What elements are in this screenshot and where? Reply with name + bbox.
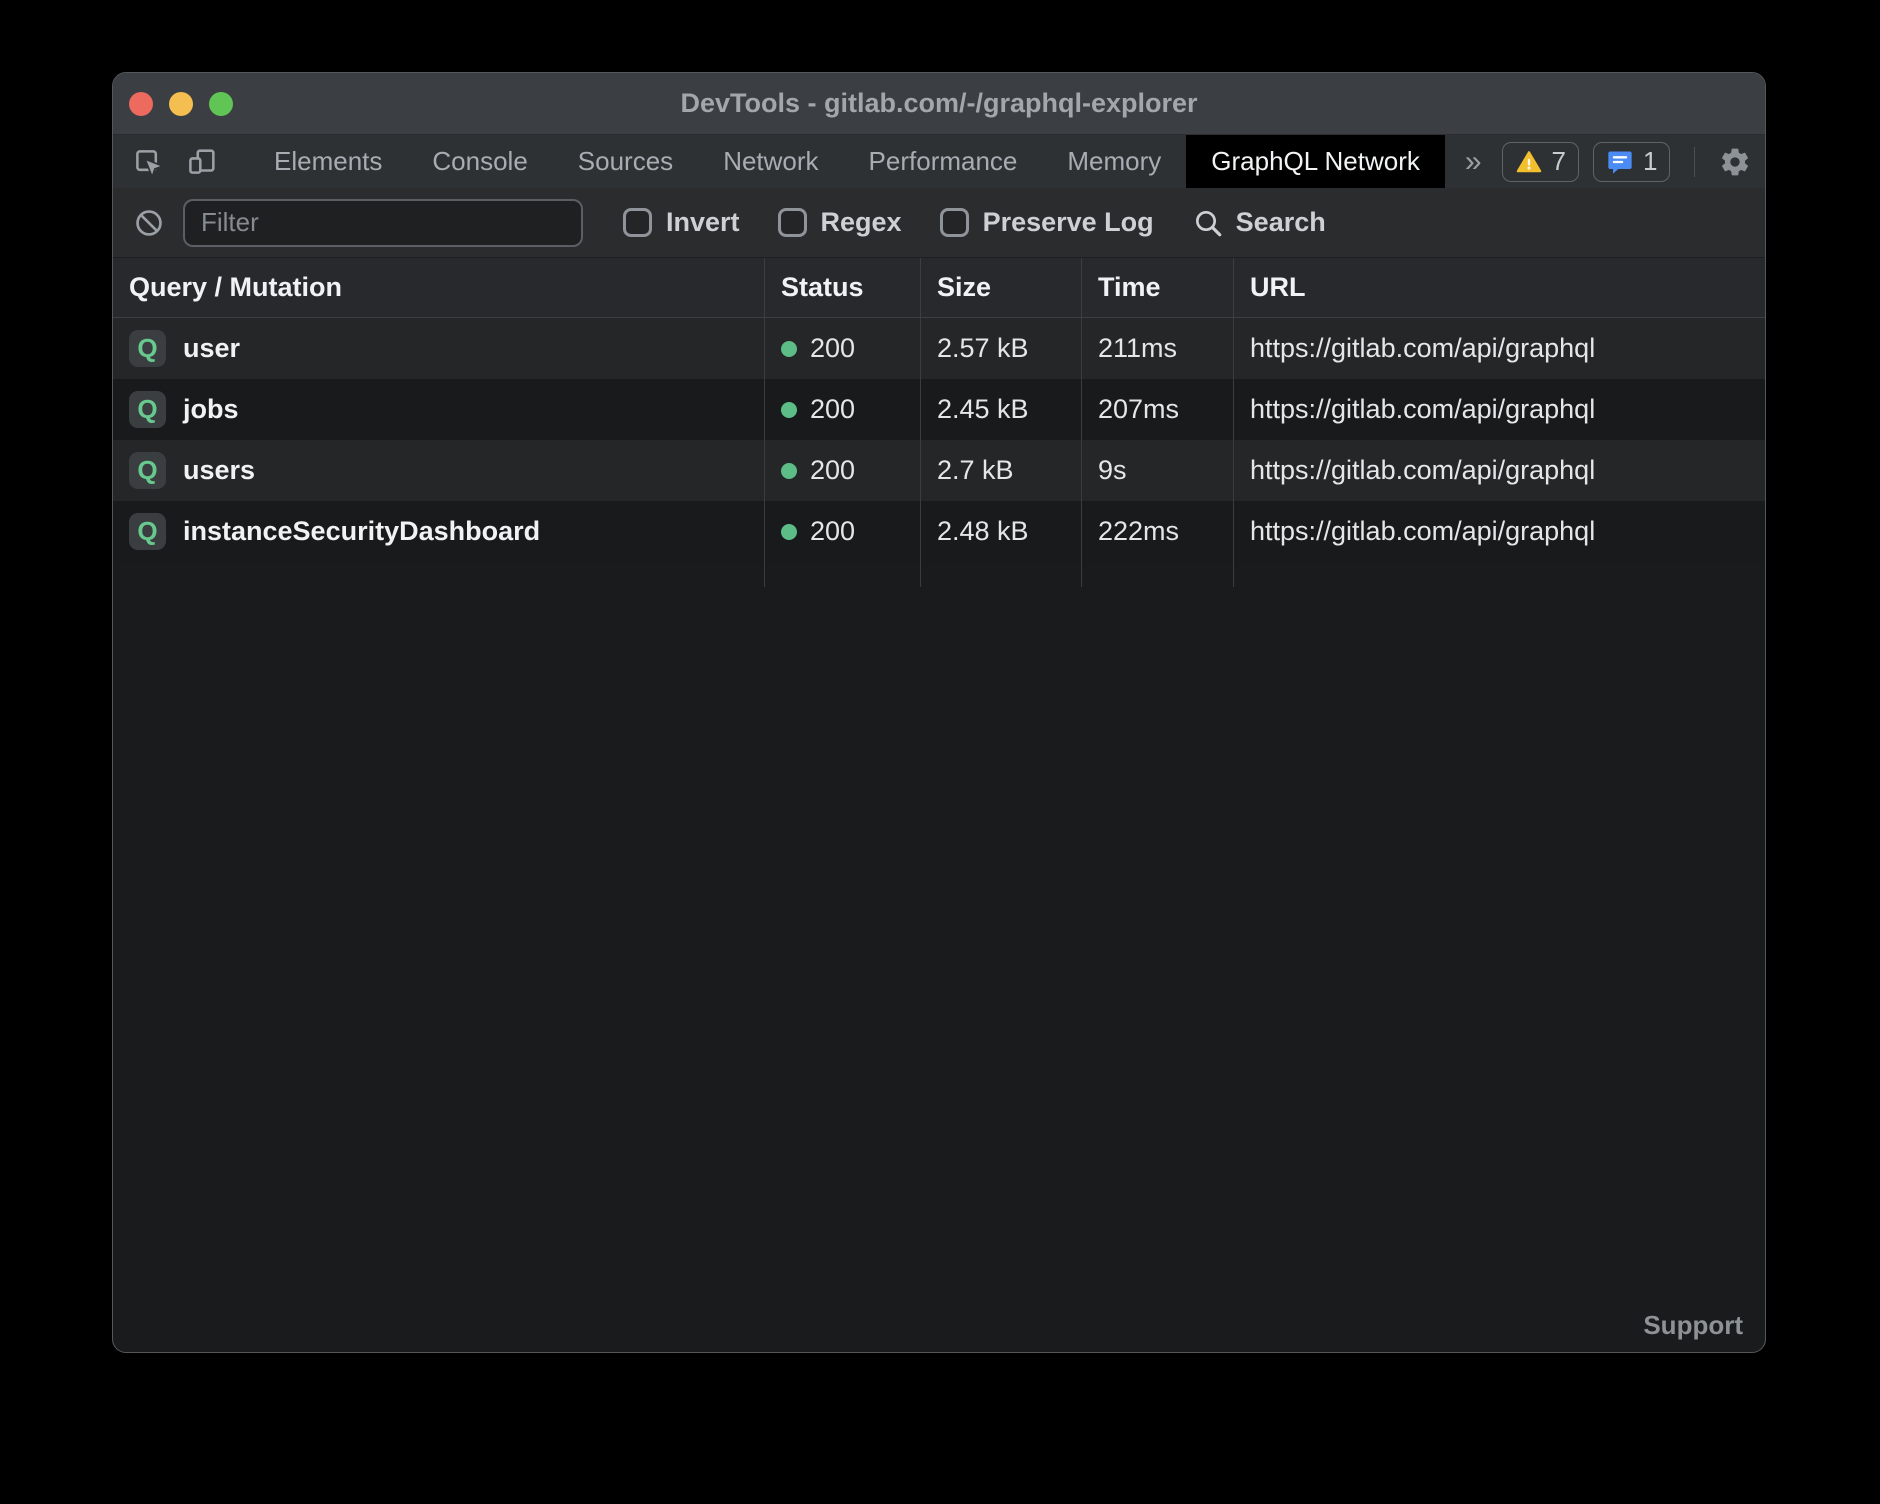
table-row[interactable]: Q users 200 2.7 kB 9s https://gitlab.com… xyxy=(113,440,1765,501)
message-icon xyxy=(1606,148,1634,176)
query-type-badge: Q xyxy=(129,330,166,367)
column-header-status[interactable]: Status xyxy=(765,258,921,317)
messages-count: 1 xyxy=(1643,146,1657,177)
status-code: 200 xyxy=(810,455,855,486)
device-toolbar-icon[interactable] xyxy=(185,145,219,179)
search-icon xyxy=(1192,207,1224,239)
search-label: Search xyxy=(1236,207,1326,238)
column-header-time[interactable]: Time xyxy=(1082,258,1234,317)
overflow-chevron-icon: » xyxy=(1465,145,1482,179)
url-cell: https://gitlab.com/api/graphql xyxy=(1234,379,1765,440)
support-link[interactable]: Support xyxy=(1643,1310,1743,1341)
query-cell: Q instanceSecurityDashboard xyxy=(113,501,765,562)
query-cell: Q users xyxy=(113,440,765,501)
query-cell: Q jobs xyxy=(113,379,765,440)
close-window-button[interactable] xyxy=(129,92,153,116)
status-code: 200 xyxy=(810,516,855,547)
column-header-url[interactable]: URL xyxy=(1234,258,1765,317)
column-header-size[interactable]: Size xyxy=(921,258,1082,317)
regex-checkbox xyxy=(778,208,807,237)
invert-label: Invert xyxy=(666,207,740,238)
invert-checkbox xyxy=(623,208,652,237)
window-title: DevTools - gitlab.com/-/graphql-explorer xyxy=(680,88,1197,119)
status-cell: 200 xyxy=(765,318,921,379)
time-cell: 9s xyxy=(1082,440,1234,501)
tab-memory[interactable]: Memory xyxy=(1042,135,1186,188)
query-type-badge: Q xyxy=(129,391,166,428)
tab-sources[interactable]: Sources xyxy=(553,135,698,188)
minimize-window-button[interactable] xyxy=(169,92,193,116)
time-cell: 211ms xyxy=(1082,318,1234,379)
query-type-badge: Q xyxy=(129,513,166,550)
messages-badge[interactable]: 1 xyxy=(1593,142,1670,182)
size-cell: 2.57 kB xyxy=(921,318,1082,379)
traffic-lights xyxy=(129,73,233,134)
time-cell: 207ms xyxy=(1082,379,1234,440)
status-cell: 200 xyxy=(765,379,921,440)
warnings-count: 7 xyxy=(1552,146,1566,177)
status-code: 200 xyxy=(810,333,855,364)
query-name: jobs xyxy=(183,394,239,425)
footer: Support xyxy=(113,1298,1765,1352)
devtools-tab-bar: Elements Console Sources Network Perform… xyxy=(113,135,1765,188)
column-separator-strip xyxy=(113,562,1765,587)
url-cell: https://gitlab.com/api/graphql xyxy=(1234,501,1765,562)
url-cell: https://gitlab.com/api/graphql xyxy=(1234,318,1765,379)
status-dot xyxy=(781,463,797,479)
tab-network[interactable]: Network xyxy=(698,135,843,188)
invert-checkbox-group[interactable]: Invert xyxy=(623,207,740,238)
zoom-window-button[interactable] xyxy=(209,92,233,116)
regex-checkbox-group[interactable]: Regex xyxy=(778,207,902,238)
devtools-window: DevTools - gitlab.com/-/graphql-explorer… xyxy=(112,72,1766,1353)
status-dot xyxy=(781,402,797,418)
status-cell: 200 xyxy=(765,501,921,562)
empty-content-area xyxy=(113,587,1765,1298)
size-cell: 2.48 kB xyxy=(921,501,1082,562)
block-icon[interactable] xyxy=(133,207,165,239)
size-cell: 2.45 kB xyxy=(921,379,1082,440)
preserve-log-label: Preserve Log xyxy=(983,207,1154,238)
tab-performance[interactable]: Performance xyxy=(844,135,1043,188)
tab-console[interactable]: Console xyxy=(407,135,552,188)
size-cell: 2.7 kB xyxy=(921,440,1082,501)
title-bar: DevTools - gitlab.com/-/graphql-explorer xyxy=(113,73,1765,135)
inspect-icon[interactable] xyxy=(131,145,165,179)
table-row[interactable]: Q jobs 200 2.45 kB 207ms https://gitlab.… xyxy=(113,379,1765,440)
preserve-log-checkbox-group[interactable]: Preserve Log xyxy=(940,207,1154,238)
search-button[interactable]: Search xyxy=(1192,207,1326,239)
time-cell: 222ms xyxy=(1082,501,1234,562)
kebab-menu-icon[interactable] xyxy=(1765,147,1766,177)
table-row[interactable]: Q instanceSecurityDashboard 200 2.48 kB … xyxy=(113,501,1765,562)
query-name: instanceSecurityDashboard xyxy=(183,516,540,547)
table-header: Query / Mutation Status Size Time URL xyxy=(113,258,1765,318)
status-dot xyxy=(781,341,797,357)
preserve-log-checkbox xyxy=(940,208,969,237)
query-cell: Q user xyxy=(113,318,765,379)
warning-icon xyxy=(1515,149,1543,175)
tab-graphql-network[interactable]: GraphQL Network xyxy=(1186,135,1445,188)
status-dot xyxy=(781,524,797,540)
status-cell: 200 xyxy=(765,440,921,501)
status-code: 200 xyxy=(810,394,855,425)
query-type-badge: Q xyxy=(129,452,166,489)
url-cell: https://gitlab.com/api/graphql xyxy=(1234,440,1765,501)
table-row[interactable]: Q user 200 2.57 kB 211ms https://gitlab.… xyxy=(113,318,1765,379)
filter-input[interactable] xyxy=(183,199,583,247)
query-name: user xyxy=(183,333,240,364)
gear-icon[interactable] xyxy=(1719,146,1751,178)
query-name: users xyxy=(183,455,255,486)
regex-label: Regex xyxy=(821,207,902,238)
column-header-query[interactable]: Query / Mutation xyxy=(113,258,765,317)
network-toolbar: Invert Regex Preserve Log Search xyxy=(113,188,1765,258)
more-tabs-button[interactable]: » xyxy=(1445,135,1502,188)
tabbar-right-divider xyxy=(1694,147,1695,177)
tab-elements[interactable]: Elements xyxy=(249,135,407,188)
warnings-badge[interactable]: 7 xyxy=(1502,142,1579,182)
